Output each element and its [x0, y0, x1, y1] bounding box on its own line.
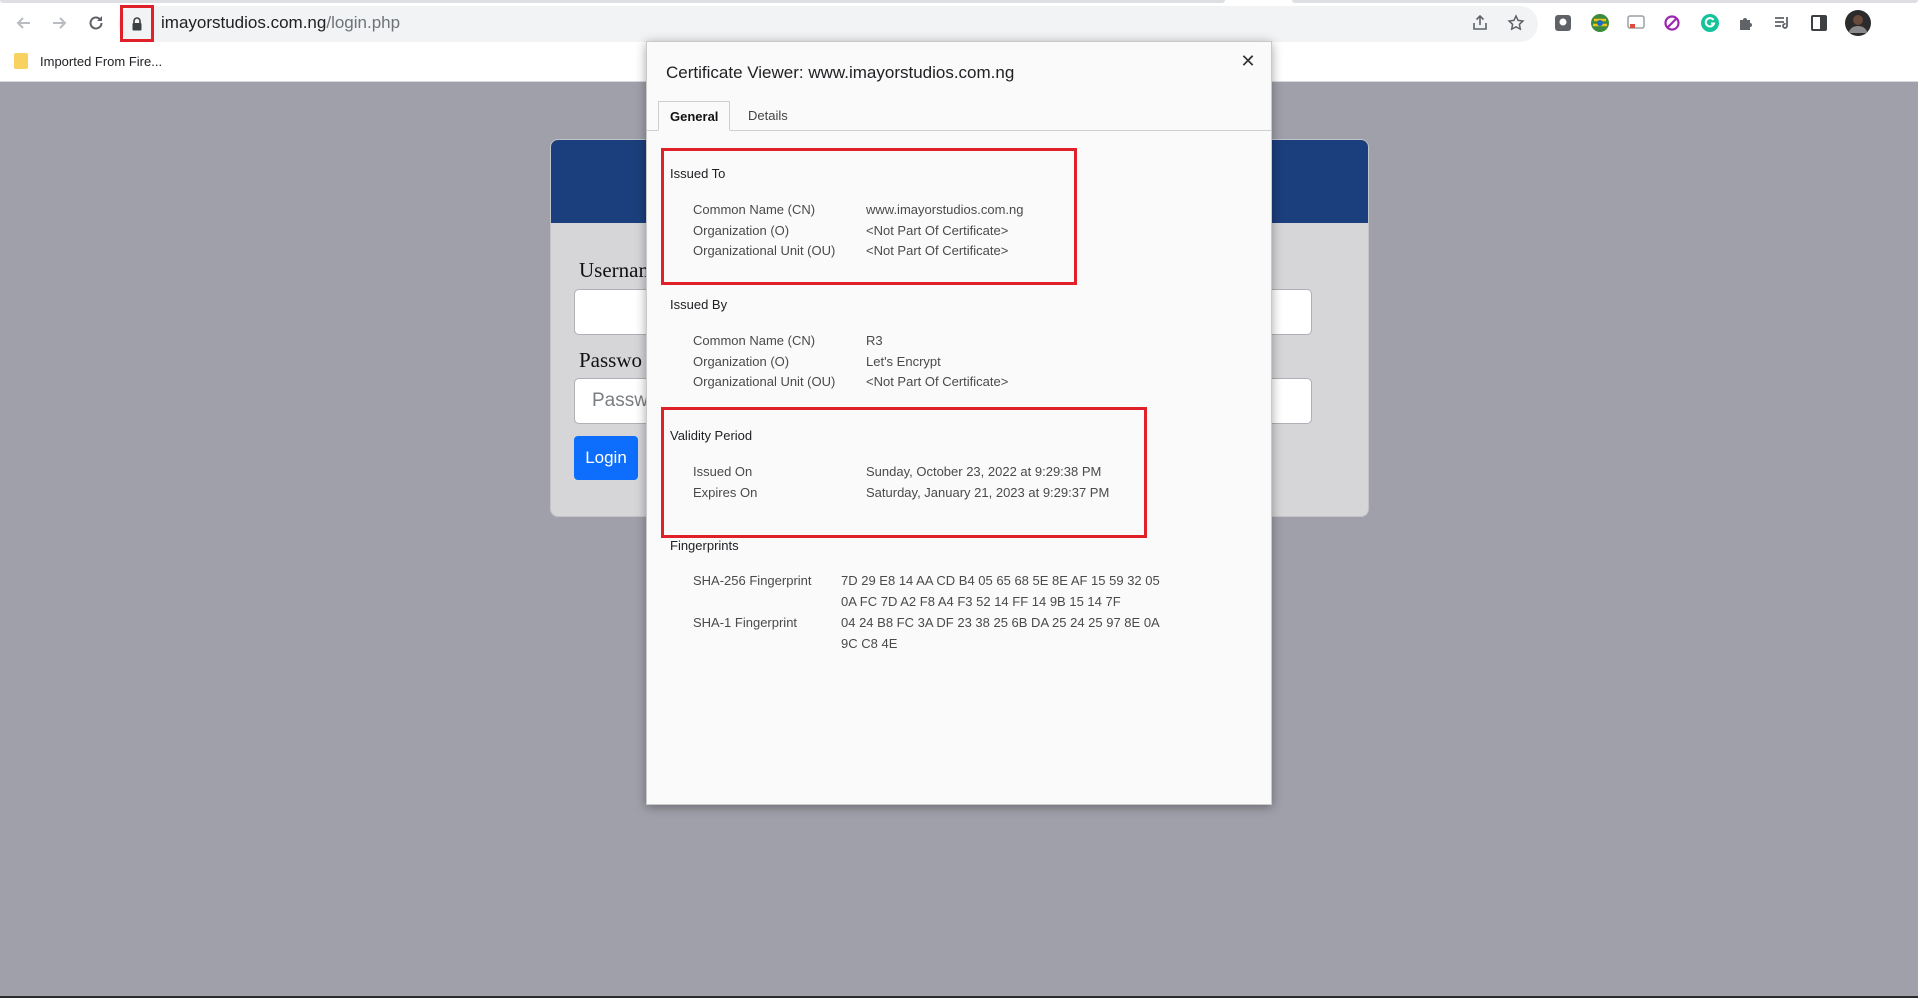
issued-by-o-label: Organization (O) — [693, 354, 790, 369]
tab-strip — [0, 0, 1225, 3]
fingerprints-title: Fingerprints — [670, 538, 739, 553]
highlight-validity-period — [661, 407, 1147, 538]
username-label: Usernam — [579, 258, 655, 282]
bookmark-folder[interactable]: Imported From Fire... — [14, 53, 162, 69]
extension-block-icon[interactable] — [1661, 12, 1683, 34]
close-icon[interactable]: ✕ — [1237, 50, 1259, 72]
back-icon[interactable] — [12, 11, 36, 35]
share-icon[interactable] — [1469, 12, 1491, 34]
url-text[interactable]: imayorstudios.com.ng/login.php — [161, 13, 400, 33]
issued-by-title: Issued By — [670, 297, 728, 312]
url-path: /login.php — [326, 13, 401, 32]
sha1-value: 04 24 B8 FC 3A DF 23 38 25 6B DA 25 24 2… — [841, 615, 1159, 651]
grammarly-icon[interactable] — [1699, 12, 1721, 34]
extension-cast-icon[interactable] — [1625, 12, 1647, 34]
site-info-button[interactable] — [120, 5, 154, 42]
sha256-value: 7D 29 E8 14 AA CD B4 05 65 68 5E 8E AF 1… — [841, 573, 1160, 609]
lock-icon — [132, 16, 142, 30]
profile-avatar[interactable] — [1845, 10, 1871, 36]
issued-by-o-value: Let's Encrypt — [866, 354, 941, 369]
dialog-title: Certificate Viewer: www.imayorstudios.co… — [666, 63, 1015, 82]
dialog-tabs: General Details — [647, 101, 1271, 131]
highlight-issued-to — [661, 148, 1077, 285]
tab-general[interactable]: General — [658, 101, 731, 131]
media-control-icon[interactable] — [1771, 12, 1793, 34]
bookmark-folder-label: Imported From Fire... — [40, 53, 163, 69]
forward-icon[interactable] — [47, 11, 71, 35]
url-domain: imayorstudios.com.ng — [161, 13, 327, 32]
sha1-label: SHA-1 Fingerprint — [693, 615, 798, 630]
folder-icon — [14, 53, 28, 69]
issued-by-cn-label: Common Name (CN) — [693, 333, 816, 348]
issued-by-ou-value: <Not Part Of Certificate> — [866, 374, 1009, 389]
bookmark-star-icon[interactable] — [1505, 12, 1527, 34]
login-button[interactable]: Login — [574, 436, 638, 480]
puzzle-extensions-icon[interactable] — [1735, 12, 1757, 34]
tab-details[interactable]: Details — [737, 101, 799, 130]
sha256-label: SHA-256 Fingerprint — [693, 573, 812, 588]
side-panel-icon[interactable] — [1808, 12, 1830, 34]
issued-by-cn-value: R3 — [866, 333, 883, 348]
browser-toolbar: imayorstudios.com.ng/login.php — [0, 0, 1918, 47]
issued-by-ou-label: Organizational Unit (OU) — [693, 374, 836, 389]
password-placeholder: Passw — [592, 390, 648, 411]
extension-globe-icon[interactable] — [1589, 12, 1611, 34]
tab-strip-right — [1292, 0, 1918, 3]
reload-icon[interactable] — [84, 11, 108, 35]
password-label: Passwo — [579, 348, 643, 372]
extension-square-icon[interactable] — [1552, 12, 1574, 34]
